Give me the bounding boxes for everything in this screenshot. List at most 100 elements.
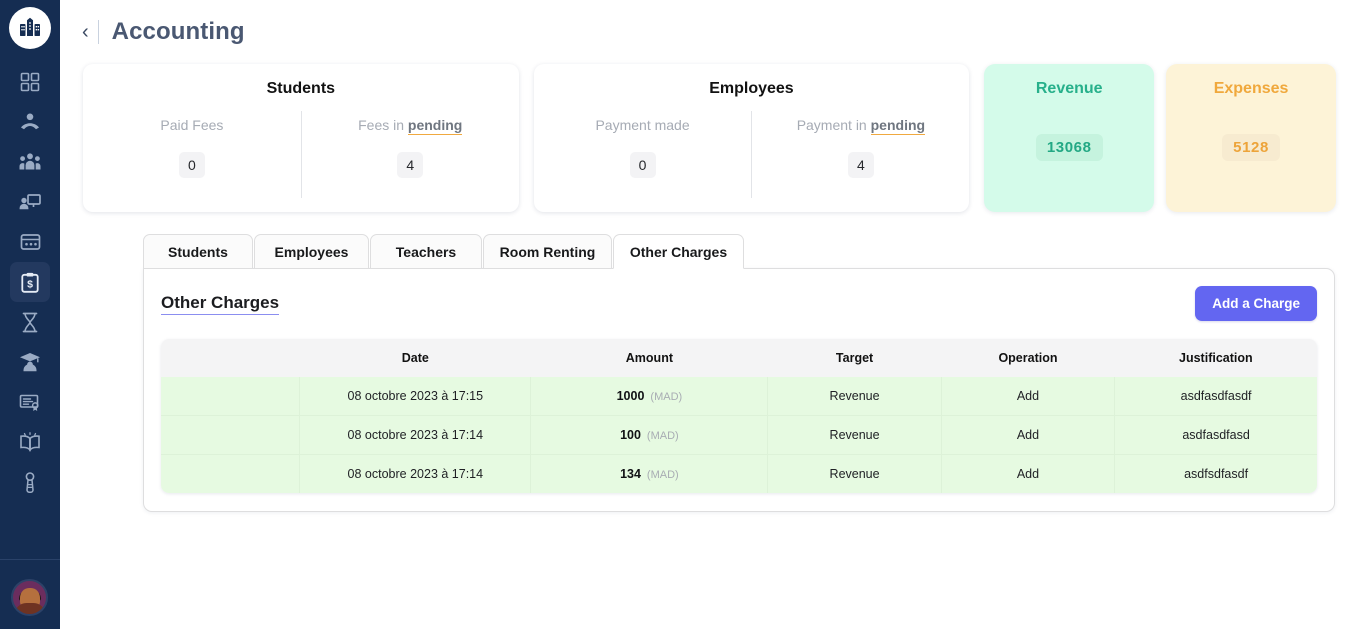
open-book-icon [20, 432, 40, 452]
table-row[interactable]: 08 octobre 2023 à 17:14 100 (MAD) Revenue… [161, 415, 1317, 455]
row-date: 08 octobre 2023 à 17:14 [299, 415, 532, 455]
students-pending-fees-label: Fees in pending [358, 117, 463, 135]
students-pending-strong: pending [407, 117, 463, 135]
app-root: $ ‹ Accounting Students Paid Fees 0 Fees… [0, 0, 1358, 629]
user-avatar[interactable] [11, 579, 48, 616]
students-paid-fees-label: Paid Fees [160, 117, 224, 133]
row-amount-value: 100 [620, 428, 641, 442]
employees-pending-strong: pending [870, 117, 926, 135]
clipboard-dollar-icon: $ [21, 272, 39, 293]
sidebar-item-timetable[interactable] [10, 302, 50, 342]
students-card-body: Paid Fees 0 Fees in pending 4 [83, 111, 519, 212]
panel-title: Other Charges [161, 293, 280, 315]
employees-payment-pending: Payment in pending 4 [751, 111, 969, 198]
dashboard-grid-icon [20, 72, 40, 92]
expenses-stat-card: Expenses 5128 [1166, 64, 1336, 212]
employees-payment-made-value: 0 [629, 152, 656, 178]
page-header: ‹ Accounting [60, 0, 1358, 64]
row-target: Revenue [767, 415, 942, 455]
row-amount: 134 (MAD) [530, 454, 769, 493]
app-logo[interactable] [9, 7, 51, 49]
other-charges-panel: Other Charges Add a Charge Date Amount T… [143, 268, 1335, 512]
col-header-date: Date [299, 339, 531, 377]
sidebar-item-dashboard[interactable] [10, 62, 50, 102]
row-blank-cell [161, 415, 301, 455]
col-header-target: Target [767, 339, 942, 377]
stats-row: Students Paid Fees 0 Fees in pending 4 E… [60, 64, 1358, 212]
row-justification: asdfasdfasdf [1114, 377, 1317, 416]
header-divider [97, 20, 99, 44]
revenue-label: Revenue [1035, 80, 1103, 97]
sidebar-item-library[interactable] [10, 422, 50, 462]
row-amount-value: 134 [620, 467, 641, 481]
sidebar-item-access[interactable] [10, 462, 50, 502]
employees-stat-card: Employees Payment made 0 Payment in pend… [533, 64, 970, 212]
employees-pending-prefix: Payment in [796, 117, 871, 133]
students-pending-fees: Fees in pending 4 [300, 111, 519, 198]
table-row[interactable]: 08 octobre 2023 à 17:15 1000 (MAD) Revenu… [161, 377, 1317, 416]
keys-icon [25, 471, 35, 493]
students-paid-fees-value: 0 [178, 152, 205, 178]
row-date: 08 octobre 2023 à 17:14 [299, 454, 532, 493]
row-amount: 1000 (MAD) [530, 377, 769, 416]
sidebar-item-students[interactable] [10, 102, 50, 142]
sidebar-item-graduates[interactable] [10, 342, 50, 382]
sidebar-item-certificates[interactable] [10, 382, 50, 422]
row-amount-currency: (MAD) [646, 430, 679, 442]
hourglass-icon [22, 312, 38, 332]
employees-card-body: Payment made 0 Payment in pending 4 [534, 111, 970, 212]
chevron-left-icon[interactable]: ‹ [82, 22, 98, 42]
employees-payment-made-label: Payment made [595, 117, 690, 133]
row-target: Revenue [767, 377, 942, 416]
teacher-presentation-icon [19, 194, 41, 210]
col-header-operation: Operation [941, 339, 1115, 377]
charges-table-body: 08 octobre 2023 à 17:15 1000 (MAD) Revenu… [161, 377, 1317, 493]
sidebar-divider [0, 559, 60, 560]
table-header-row: Date Amount Target Operation Justificati… [161, 339, 1317, 377]
row-justification: asdfasdfasd [1114, 415, 1317, 455]
row-date: 08 octobre 2023 à 17:15 [299, 377, 532, 416]
row-amount: 100 (MAD) [530, 415, 769, 455]
row-justification: asdfsdfasdf [1114, 454, 1317, 493]
charges-table-wrap: Date Amount Target Operation Justificati… [161, 339, 1317, 493]
row-amount-currency: (MAD) [650, 391, 683, 403]
revenue-value: 13068 [1035, 134, 1103, 161]
row-operation: Add [941, 454, 1116, 493]
tab-employees[interactable]: Employees [254, 234, 369, 269]
main-content: ‹ Accounting Students Paid Fees 0 Fees i… [60, 0, 1358, 629]
page-title: Accounting [111, 18, 245, 45]
people-group-icon [19, 153, 41, 170]
row-blank-cell [161, 377, 301, 416]
row-operation: Add [941, 377, 1116, 416]
tab-other-charges[interactable]: Other Charges [613, 234, 744, 269]
sidebar-nav: $ [0, 62, 60, 502]
tab-teachers[interactable]: Teachers [370, 234, 482, 269]
students-card-title: Students [266, 80, 336, 97]
students-pending-prefix: Fees in [358, 117, 408, 133]
sidebar-item-accounting[interactable]: $ [10, 262, 50, 302]
expenses-label: Expenses [1213, 80, 1289, 97]
sidebar-item-teachers[interactable] [10, 182, 50, 222]
col-header-blank [161, 339, 300, 377]
sidebar-item-employees[interactable] [10, 142, 50, 182]
students-stat-card: Students Paid Fees 0 Fees in pending 4 [83, 64, 519, 212]
classroom-window-icon [20, 234, 40, 250]
sidebar-item-classrooms[interactable] [10, 222, 50, 262]
revenue-stat-card: Revenue 13068 [984, 64, 1155, 212]
row-operation: Add [941, 415, 1116, 455]
employees-payment-made: Payment made 0 [534, 111, 752, 198]
employees-card-title: Employees [709, 80, 794, 97]
row-amount-value: 1000 [616, 389, 645, 403]
sidebar: $ [0, 0, 60, 629]
svg-text:$: $ [27, 278, 33, 290]
row-blank-cell [161, 454, 301, 493]
graduate-cap-icon [20, 353, 40, 372]
certificate-icon [19, 394, 39, 411]
add-charge-button[interactable]: Add a Charge [1195, 286, 1317, 321]
col-header-justification: Justification [1114, 339, 1317, 377]
tab-students[interactable]: Students [143, 234, 253, 269]
table-row[interactable]: 08 octobre 2023 à 17:14 134 (MAD) Revenue… [161, 454, 1317, 493]
expenses-value: 5128 [1222, 134, 1280, 161]
row-amount-currency: (MAD) [646, 469, 679, 481]
tab-room-renting[interactable]: Room Renting [483, 234, 612, 269]
